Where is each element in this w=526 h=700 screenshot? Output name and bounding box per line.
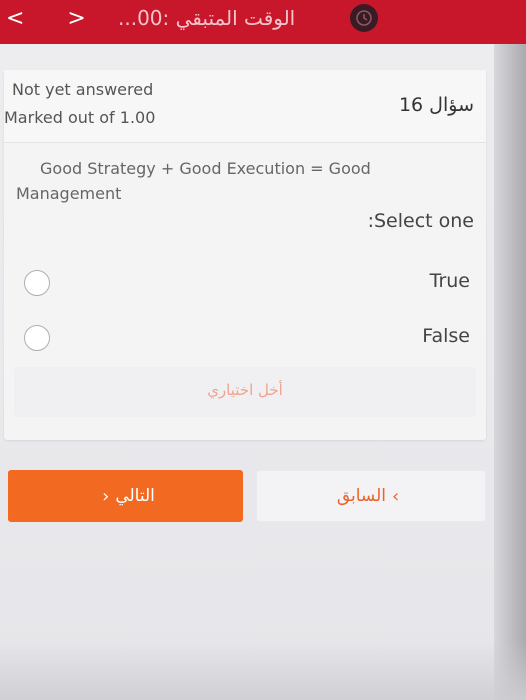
previous-button[interactable]: › السابق bbox=[256, 470, 486, 522]
nav-arrows[interactable]: < > bbox=[6, 6, 104, 31]
close-icon bbox=[356, 10, 372, 26]
clear-choice-label: أخل اختياري bbox=[207, 381, 283, 399]
question-number: سؤال 16 bbox=[398, 94, 474, 116]
question-text-line1: Good Strategy + Good Execution = Good bbox=[40, 159, 371, 178]
chevron-left-icon: ‹ bbox=[102, 485, 110, 507]
question-info: Not yet answered Marked out of 1.00 سؤال… bbox=[4, 70, 486, 143]
next-button[interactable]: التالي ‹ bbox=[8, 470, 243, 522]
option-true[interactable]: True bbox=[4, 262, 486, 302]
previous-label: السابق bbox=[336, 486, 386, 506]
radio-false[interactable] bbox=[24, 325, 50, 351]
select-one-prompt: :Select one bbox=[367, 210, 474, 232]
option-true-label[interactable]: True bbox=[430, 270, 470, 292]
time-remaining: الوقت المتبقي :00... bbox=[118, 6, 296, 30]
screen-edge bbox=[494, 44, 526, 700]
clear-choice-button[interactable]: أخل اختياري bbox=[14, 367, 476, 417]
option-false[interactable]: False bbox=[4, 317, 486, 357]
question-status: Not yet answered bbox=[12, 80, 154, 99]
bottom-shadow bbox=[0, 640, 526, 700]
question-text: Good Strategy + Good Execution = Good Ma… bbox=[16, 156, 416, 206]
question-text-line2: Management bbox=[16, 184, 122, 203]
question-card: Not yet answered Marked out of 1.00 سؤال… bbox=[4, 70, 486, 440]
next-label: التالي bbox=[115, 486, 155, 506]
top-bar: < > الوقت المتبقي :00... bbox=[0, 0, 526, 44]
radio-true[interactable] bbox=[24, 270, 50, 296]
question-marks: Marked out of 1.00 bbox=[4, 108, 156, 127]
chevron-right-icon: › bbox=[391, 485, 400, 507]
clock-icon[interactable] bbox=[350, 4, 378, 32]
option-false-label[interactable]: False bbox=[422, 325, 470, 347]
